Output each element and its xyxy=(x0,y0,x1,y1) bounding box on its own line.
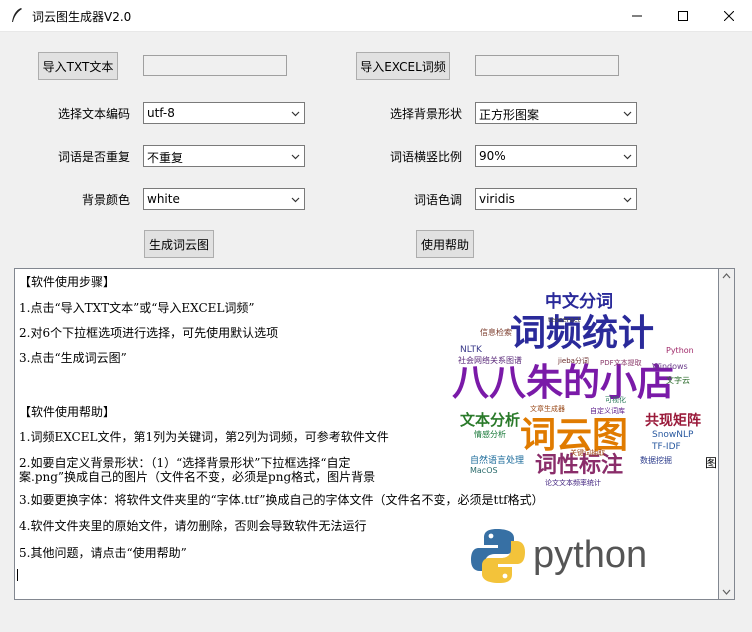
maximize-icon xyxy=(678,10,688,21)
bg-color-value: white xyxy=(147,192,180,206)
chevron-down-icon xyxy=(291,154,300,160)
help-line: 【软件使用帮助】 xyxy=(19,405,116,419)
python-logo: python xyxy=(471,529,647,583)
bg-shape-select[interactable]: 正方形图案 xyxy=(475,102,637,124)
cloud-word: 可视化 xyxy=(605,395,626,404)
help-line: 2.对6个下拉框选项进行选择，可先使用默认选项 xyxy=(19,326,279,340)
wordcloud-image: 八八朱的小店 词频统计 词云图 词性标注 中文分词 文本分析 共现矩阵 自然语言… xyxy=(452,282,708,487)
excel-path-field[interactable] xyxy=(475,55,619,76)
help-line: 5.其他问题，请点击“使用帮助” xyxy=(19,546,187,560)
help-line: 3.点击“生成词云图” xyxy=(19,351,127,365)
import-excel-button[interactable]: 导入EXCEL词频 xyxy=(356,52,450,80)
cloud-word: 论文文本频率统计 xyxy=(545,478,601,487)
feather-icon xyxy=(12,8,22,22)
text-caret xyxy=(17,569,18,581)
cloud-word: MacOS xyxy=(470,466,498,475)
generate-button[interactable]: 生成词云图 xyxy=(144,230,214,258)
cloud-word: 共现矩阵 xyxy=(645,412,701,429)
txt-path-field[interactable] xyxy=(143,55,287,76)
bg-color-label: 背景颜色 xyxy=(81,193,130,207)
minimize-icon xyxy=(632,15,642,16)
help-line: 1.点击“导入TXT文本”或“导入EXCEL词频” xyxy=(19,301,255,315)
maximize-button[interactable] xyxy=(660,0,706,31)
cloud-word: 自然语言处理 xyxy=(470,454,524,466)
colormap-label: 词语色调 xyxy=(413,193,462,207)
cloud-word: jieba分词 xyxy=(557,356,589,365)
help-scrollbar[interactable] xyxy=(718,268,735,600)
help-line: 4.软件文件夹里的原始文件，请勿删除，否则会导致软件无法运行 xyxy=(19,519,367,533)
cloud-word: 自定义词库 xyxy=(590,406,625,415)
help-button[interactable]: 使用帮助 xyxy=(416,230,474,258)
bg-shape-label: 选择背景形状 xyxy=(389,107,462,121)
help-textbox[interactable]: 【软件使用步骤】 1.点击“导入TXT文本”或“导入EXCEL词频” 2.对6个… xyxy=(14,268,735,600)
python-logo-text: python xyxy=(533,534,647,576)
encoding-select[interactable]: utf-8 xyxy=(143,102,305,124)
cloud-word: 数据挖掘 xyxy=(640,455,672,465)
cloud-word: 情感分析 xyxy=(474,429,506,439)
cloud-word: Windows xyxy=(652,362,688,371)
encoding-label: 选择文本编码 xyxy=(57,107,130,121)
cloud-word: 文字云 xyxy=(666,375,690,385)
repeat-value: 不重复 xyxy=(147,151,184,165)
cloud-word: 中文分词 xyxy=(545,291,613,312)
cloud-word: 关键词抽取 xyxy=(570,448,605,457)
ratio-value: 90% xyxy=(479,149,506,163)
cloud-word: PDF文本提取 xyxy=(600,358,642,367)
title-bar: 词云图生成器V2.0 xyxy=(0,0,752,32)
chevron-down-icon xyxy=(623,154,632,160)
colormap-value: viridis xyxy=(479,192,515,206)
cloud-word: 八八朱的小店 xyxy=(452,361,674,404)
colormap-select[interactable]: viridis xyxy=(475,188,637,210)
window-title: 词云图生成器V2.0 xyxy=(32,10,132,24)
chevron-down-icon[interactable] xyxy=(722,589,731,595)
cloud-word: 文章生成器 xyxy=(530,404,565,413)
cloud-word: 词频统计 xyxy=(510,313,654,354)
repeat-label: 词语是否重复 xyxy=(57,150,130,164)
cloud-word: 文本分析 xyxy=(460,411,520,429)
help-line: 1.词频EXCEL文件，第1列为关键词，第2列为词频，可参考软件文件 xyxy=(19,430,389,444)
chevron-down-icon xyxy=(623,197,632,203)
close-button[interactable] xyxy=(706,0,752,31)
cloud-word: tesseract xyxy=(548,316,581,324)
help-line: 案.png”换成自己的图片（文件名不变，必须是png格式，图片背景 xyxy=(19,470,376,484)
chevron-down-icon xyxy=(623,111,632,117)
encoding-value: utf-8 xyxy=(147,106,175,120)
chevron-up-icon[interactable] xyxy=(722,273,731,279)
import-txt-button[interactable]: 导入TXT文本 xyxy=(38,52,118,80)
chevron-down-icon xyxy=(291,111,300,117)
cloud-word: 信息检索 xyxy=(480,327,512,337)
close-icon xyxy=(724,10,734,21)
cloud-word: SnowNLP xyxy=(652,430,694,440)
chevron-down-icon xyxy=(291,197,300,203)
help-line: 【软件使用步骤】 xyxy=(19,275,116,289)
help-line: 3.如要更换字体：将软件文件夹里的“字体.ttf”换成自己的字体文件（文件名不变… xyxy=(19,493,544,507)
bg-shape-value: 正方形图案 xyxy=(479,108,540,122)
repeat-select[interactable]: 不重复 xyxy=(143,145,305,167)
minimize-button[interactable] xyxy=(614,0,660,31)
python-snake-icon xyxy=(471,529,525,583)
cloud-word: TF-IDF xyxy=(651,442,681,452)
ratio-label: 词语横竖比例 xyxy=(389,150,462,164)
cloud-word: Python xyxy=(666,346,694,355)
cloud-word: 社会网络关系图谱 xyxy=(458,355,522,365)
ratio-select[interactable]: 90% xyxy=(475,145,637,167)
bg-color-select[interactable]: white xyxy=(143,188,305,210)
cloud-word: NLTK xyxy=(460,345,483,355)
